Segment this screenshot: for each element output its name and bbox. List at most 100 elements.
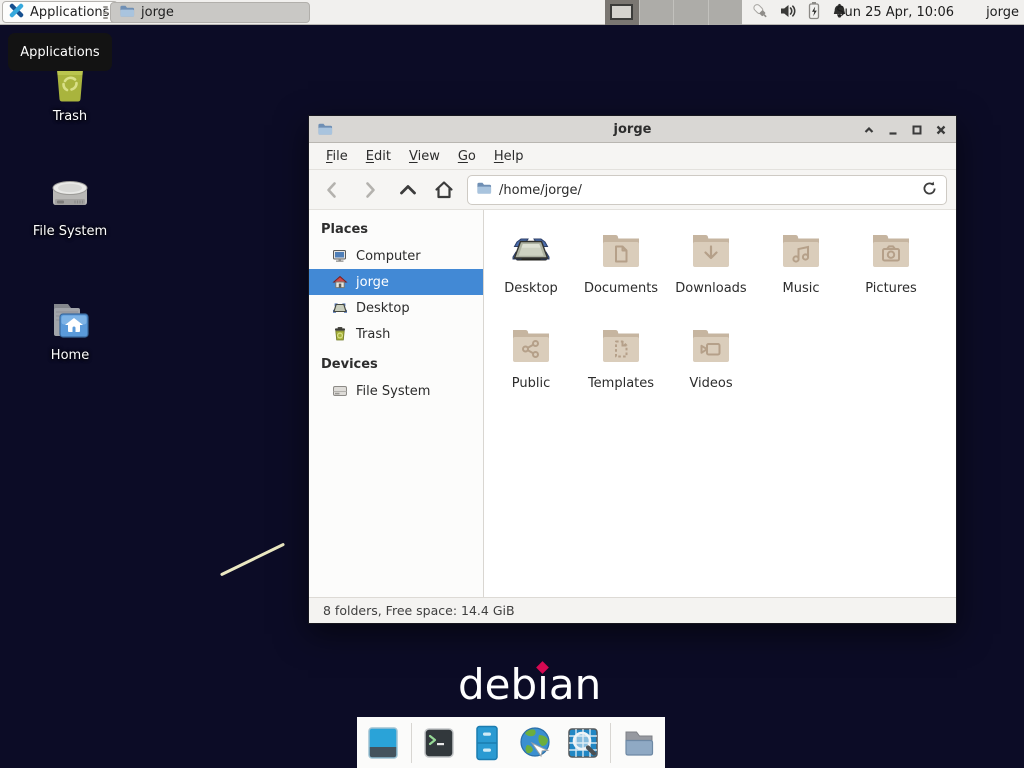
- workspace-4[interactable]: [709, 0, 743, 25]
- location-path[interactable]: /home/jorge/: [499, 183, 914, 198]
- home-folder-icon: [46, 296, 94, 344]
- sidebar-item-trash[interactable]: Trash: [309, 321, 483, 347]
- battery-charging-icon[interactable]: [806, 1, 822, 24]
- window-folder-icon: [317, 121, 333, 141]
- folder-label: Desktop: [504, 281, 558, 296]
- sidebar-item-file-system[interactable]: File System: [309, 378, 483, 404]
- up-button[interactable]: [393, 175, 423, 205]
- menu-go[interactable]: Go: [449, 145, 485, 168]
- menu-bar: File Edit View Go Help: [309, 143, 956, 170]
- web-browser-icon[interactable]: [514, 722, 555, 763]
- top-panel: Applications jorge: [0, 0, 1024, 25]
- toolbar: /home/jorge/: [309, 170, 956, 210]
- status-bar: 8 folders, Free space: 14.4 GiB: [309, 597, 956, 623]
- home-icon: [332, 274, 348, 290]
- folder-label: Public: [512, 376, 550, 391]
- sidebar-item-label: jorge: [356, 275, 389, 290]
- application-finder-icon[interactable]: [562, 722, 603, 763]
- shade-button[interactable]: [861, 122, 876, 137]
- menu-edit[interactable]: Edit: [357, 145, 400, 168]
- home-button[interactable]: [429, 175, 459, 205]
- file-manager-window: jorge File Edit View Go Help: [308, 115, 957, 624]
- applications-menu-label: Applications: [30, 5, 109, 20]
- location-folder-icon: [476, 180, 492, 200]
- system-tray: [750, 0, 848, 25]
- debian-wordmark: debian: [458, 660, 601, 709]
- workspace-3[interactable]: [674, 0, 709, 25]
- templates-folder-icon: [597, 321, 645, 369]
- sidebar-item-computer[interactable]: Computer: [309, 243, 483, 269]
- sidebar-item-label: Desktop: [356, 301, 410, 316]
- forward-button[interactable]: [355, 175, 385, 205]
- window-title: jorge: [309, 122, 956, 137]
- pointing-device-icon[interactable]: [750, 1, 770, 25]
- folder-item-music[interactable]: Music: [756, 226, 846, 321]
- tooltip-text: Applications: [20, 45, 99, 60]
- panel-username[interactable]: jorge: [986, 0, 1019, 25]
- panel-clock[interactable]: Sun 25 Apr, 10:06: [836, 0, 954, 25]
- window-titlebar[interactable]: jorge: [309, 116, 956, 143]
- desktop-icon: [332, 300, 348, 316]
- taskbar-window-button[interactable]: jorge: [110, 2, 310, 23]
- location-bar[interactable]: /home/jorge/: [467, 175, 947, 205]
- public-folder-icon: [507, 321, 555, 369]
- taskbar-window-label: jorge: [141, 5, 174, 20]
- folder-item-downloads[interactable]: Downloads: [666, 226, 756, 321]
- dock-separator: [610, 723, 611, 763]
- workspace-2[interactable]: [640, 0, 675, 25]
- debian-branding: debian: [458, 660, 601, 709]
- computer-icon: [332, 248, 348, 264]
- folder-label: Pictures: [865, 281, 916, 296]
- folder-item-templates[interactable]: Templates: [576, 321, 666, 416]
- folder-label: Videos: [689, 376, 732, 391]
- show-desktop-icon[interactable]: [363, 722, 404, 763]
- menu-view[interactable]: View: [400, 145, 449, 168]
- folder-item-pictures[interactable]: Pictures: [846, 226, 936, 321]
- xfce-applications-icon: [8, 2, 25, 23]
- documents-folder-icon: [597, 226, 645, 274]
- window-content: Places Computer jorge: [309, 210, 956, 597]
- sidebar-item-jorge[interactable]: jorge: [309, 269, 483, 295]
- close-button[interactable]: [933, 122, 948, 137]
- folder-item-documents[interactable]: Documents: [576, 226, 666, 321]
- sidebar: Places Computer jorge: [309, 210, 484, 597]
- reload-button[interactable]: [921, 180, 938, 201]
- terminal-icon[interactable]: [419, 722, 460, 763]
- folder-item-public[interactable]: Public: [486, 321, 576, 416]
- folder-label: Templates: [588, 376, 654, 391]
- desktop-icon-label: Trash: [53, 109, 87, 124]
- folder-label: Downloads: [675, 281, 746, 296]
- menu-help[interactable]: Help: [485, 145, 533, 168]
- pointer-artifact-line: [220, 543, 285, 577]
- sidebar-item-desktop[interactable]: Desktop: [309, 295, 483, 321]
- pager-mini-window: [610, 4, 633, 20]
- maximize-button[interactable]: [909, 122, 924, 137]
- workspace-pager[interactable]: [605, 0, 742, 25]
- downloads-folder-icon: [687, 226, 735, 274]
- trash-icon: [332, 326, 348, 342]
- minimize-button[interactable]: [885, 122, 900, 137]
- desktop-icon-home[interactable]: Home: [15, 296, 125, 363]
- menu-file[interactable]: File: [317, 145, 357, 168]
- sidebar-item-label: Trash: [356, 327, 390, 342]
- desktop-icon-label: File System: [33, 224, 107, 239]
- back-button[interactable]: [317, 175, 347, 205]
- music-folder-icon: [777, 226, 825, 274]
- volume-icon[interactable]: [779, 2, 797, 24]
- folder-icon-view[interactable]: Desktop Documents: [484, 210, 956, 597]
- sidebar-header-places: Places: [309, 218, 483, 243]
- desktop-screen: Applications jorge: [0, 0, 1024, 768]
- tasklist-grip[interactable]: [103, 6, 108, 19]
- workspace-1[interactable]: [605, 0, 640, 25]
- folder-item-videos[interactable]: Videos: [666, 321, 756, 416]
- pictures-folder-icon: [867, 226, 915, 274]
- folder-item-desktop[interactable]: Desktop: [486, 226, 576, 321]
- folder-label: Documents: [584, 281, 658, 296]
- file-manager-icon[interactable]: [618, 722, 659, 763]
- folder-icon: [119, 3, 135, 23]
- file-cabinet-icon[interactable]: [467, 722, 508, 763]
- desktop-icon-file-system[interactable]: File System: [15, 172, 125, 239]
- hard-drive-icon: [46, 172, 94, 220]
- applications-menu-button[interactable]: Applications: [2, 1, 118, 23]
- desktop-icon-label: Home: [51, 348, 89, 363]
